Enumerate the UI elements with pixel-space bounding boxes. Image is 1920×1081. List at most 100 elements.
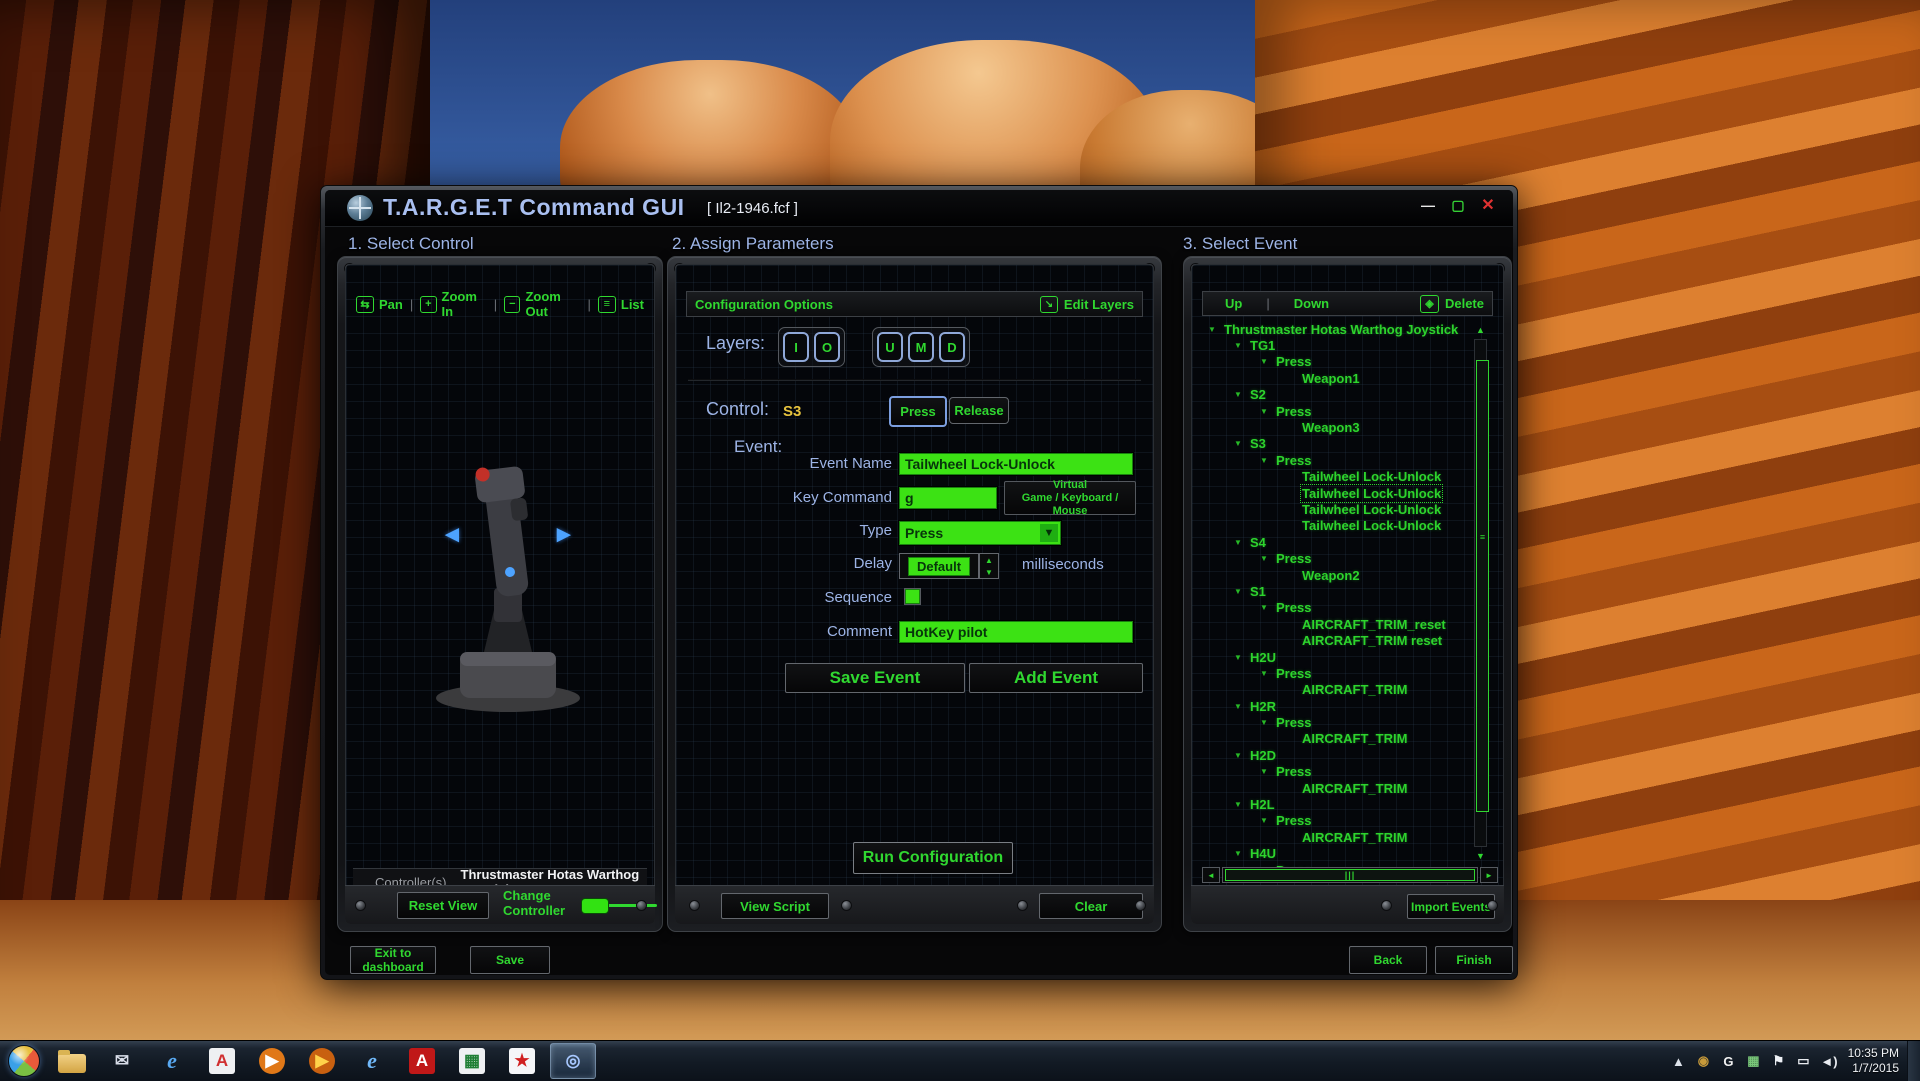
edit-layers-button[interactable]: ↘ Edit Layers bbox=[1040, 296, 1134, 313]
game-wheel-icon[interactable]: ◉ bbox=[1695, 1053, 1711, 1069]
logitech-g-icon[interactable]: G bbox=[1720, 1054, 1736, 1069]
volume-icon[interactable]: ◄) bbox=[1820, 1054, 1837, 1069]
media-player-taskbar-button[interactable]: ▶ bbox=[250, 1044, 294, 1078]
layer-button-i[interactable]: I bbox=[783, 332, 809, 362]
vertical-scrollbar[interactable]: ▲ ≡ ▼ bbox=[1473, 323, 1488, 863]
tree-item-press[interactable]: ▼Press bbox=[1202, 550, 1470, 566]
expand-arrow-icon[interactable]: ▼ bbox=[1260, 718, 1276, 727]
tree-item-h4u[interactable]: ▼H4U bbox=[1202, 846, 1470, 862]
spinner-down-icon[interactable]: ▼ bbox=[980, 566, 998, 578]
exit-to-dashboard-button[interactable]: Exit to dashboard bbox=[350, 946, 436, 974]
tree-item-weapon2[interactable]: Weapon2 bbox=[1202, 567, 1470, 583]
tree-item-press[interactable]: ▼Press bbox=[1202, 764, 1470, 780]
tree-item-s3[interactable]: ▼S3 bbox=[1202, 436, 1470, 452]
horizontal-scroll-thumb[interactable]: ||| bbox=[1225, 869, 1475, 881]
tree-item-press[interactable]: ▼Press bbox=[1202, 714, 1470, 730]
save-button[interactable]: Save bbox=[470, 946, 550, 974]
press-tab-button[interactable]: Press bbox=[889, 396, 947, 427]
scroll-up-icon[interactable]: ▲ bbox=[1473, 323, 1488, 337]
tree-item-press[interactable]: ▼Press bbox=[1202, 665, 1470, 681]
clear-button[interactable]: Clear bbox=[1039, 893, 1143, 919]
move-up-button[interactable]: Up bbox=[1225, 296, 1242, 311]
expand-arrow-icon[interactable]: ▼ bbox=[1260, 603, 1276, 612]
tree-item-weapon3[interactable]: Weapon3 bbox=[1202, 419, 1470, 435]
expand-arrow-icon[interactable]: ▼ bbox=[1260, 456, 1276, 465]
maximize-button[interactable]: ▢ bbox=[1447, 197, 1469, 216]
tree-item-s4[interactable]: ▼S4 bbox=[1202, 534, 1470, 550]
profiler-icon[interactable]: ▦ bbox=[1745, 1053, 1761, 1069]
vertical-scroll-track[interactable]: ≡ bbox=[1474, 339, 1487, 847]
scroll-left-icon[interactable]: ◄ bbox=[1202, 867, 1220, 883]
tree-item-aircraft-trim[interactable]: AIRCRAFT_TRIM bbox=[1202, 731, 1470, 747]
expand-arrow-icon[interactable]: ▼ bbox=[1260, 407, 1276, 416]
mail-taskbar-button[interactable]: ✉ bbox=[100, 1044, 144, 1078]
expand-arrow-icon[interactable]: ▼ bbox=[1234, 587, 1250, 596]
minimize-button[interactable]: — bbox=[1417, 197, 1439, 216]
tree-item-h2l[interactable]: ▼H2L bbox=[1202, 796, 1470, 812]
tree-item-aircraft-trim-reset[interactable]: AIRCRAFT_TRIM reset bbox=[1202, 632, 1470, 648]
add-event-button[interactable]: Add Event bbox=[969, 663, 1143, 693]
layer-button-o[interactable]: O bbox=[814, 332, 840, 362]
adobe-reader-taskbar-button[interactable]: A bbox=[400, 1044, 444, 1078]
comment-input[interactable]: HotKey pilot bbox=[899, 621, 1133, 643]
reset-view-button[interactable]: Reset View bbox=[397, 892, 489, 919]
close-button[interactable]: ✕ bbox=[1477, 197, 1499, 216]
tree-item-press[interactable]: ▼Press bbox=[1202, 813, 1470, 829]
view-script-button[interactable]: View Script bbox=[721, 893, 829, 919]
tree-item-aircraft-trim[interactable]: AIRCRAFT_TRIM bbox=[1202, 829, 1470, 845]
expand-arrow-icon[interactable]: ▼ bbox=[1234, 800, 1250, 809]
save-event-button[interactable]: Save Event bbox=[785, 663, 965, 693]
delete-button[interactable]: ◈ Delete bbox=[1420, 295, 1484, 313]
event-name-input[interactable]: Tailwheel Lock-Unlock bbox=[899, 453, 1133, 475]
expand-arrow-icon[interactable]: ▼ bbox=[1260, 816, 1276, 825]
tree-item-s2[interactable]: ▼S2 bbox=[1202, 387, 1470, 403]
title-bar[interactable]: T.A.R.G.E.T Command GUI [ Il2-1946.fcf ]… bbox=[325, 190, 1513, 227]
zoom-in-button[interactable]: + Zoom In bbox=[420, 289, 487, 319]
expand-arrow-icon[interactable]: ▼ bbox=[1260, 767, 1276, 776]
type-dropdown[interactable]: Press ▼ bbox=[899, 521, 1061, 545]
taskbar-clock[interactable]: 10:35 PM 1/7/2015 bbox=[1848, 1046, 1899, 1076]
expand-arrow-icon[interactable]: ▼ bbox=[1234, 538, 1250, 547]
tree-item-press[interactable]: ▼Press bbox=[1202, 452, 1470, 468]
rotate-left-arrow-icon[interactable]: ◄ bbox=[440, 521, 464, 549]
app-a-taskbar-button[interactable]: A bbox=[200, 1044, 244, 1078]
expand-arrow-icon[interactable]: ▼ bbox=[1260, 669, 1276, 678]
controller-slider-thumb[interactable] bbox=[581, 898, 609, 914]
horizontal-scrollbar[interactable]: ◄ ||| ► bbox=[1202, 867, 1498, 883]
expand-arrow-icon[interactable]: ▼ bbox=[1234, 702, 1250, 711]
rotate-right-arrow-icon[interactable]: ► bbox=[552, 521, 576, 549]
tree-item-h2u[interactable]: ▼H2U bbox=[1202, 649, 1470, 665]
expand-arrow-icon[interactable]: ▼ bbox=[1260, 357, 1276, 366]
spinner-up-icon[interactable]: ▲ bbox=[980, 554, 998, 566]
network-icon[interactable]: ▭ bbox=[1795, 1053, 1811, 1069]
controller-viewport[interactable]: ◄ ► bbox=[360, 325, 655, 868]
browser-e-taskbar-button[interactable]: e bbox=[150, 1044, 194, 1078]
tree-item-tailwheel-lock-unlock[interactable]: Tailwheel Lock-Unlock bbox=[1202, 518, 1470, 534]
tree-item-h2r[interactable]: ▼H2R bbox=[1202, 698, 1470, 714]
joystick-preview[interactable] bbox=[418, 440, 598, 720]
dropdown-arrow-icon[interactable]: ▼ bbox=[1040, 524, 1058, 542]
explorer-folder-taskbar-button[interactable] bbox=[50, 1044, 94, 1078]
horizontal-scroll-track[interactable]: ||| bbox=[1222, 867, 1478, 883]
list-button[interactable]: ≡ List bbox=[598, 296, 644, 313]
tree-item-aircraft-trim[interactable]: AIRCRAFT_TRIM bbox=[1202, 780, 1470, 796]
expand-arrow-icon[interactable]: ▼ bbox=[1208, 325, 1224, 334]
show-desktop-button[interactable] bbox=[1907, 1041, 1920, 1081]
sequence-checkbox[interactable] bbox=[905, 589, 920, 604]
expand-arrow-icon[interactable]: ▼ bbox=[1234, 849, 1250, 858]
layer-button-d[interactable]: D bbox=[939, 332, 965, 362]
scroll-right-icon[interactable]: ► bbox=[1480, 867, 1498, 883]
import-events-button[interactable]: Import Events bbox=[1407, 894, 1495, 919]
layer-button-u[interactable]: U bbox=[877, 332, 903, 362]
tree-item-thrustmaster-hotas-warthog-joystick[interactable]: ▼Thrustmaster Hotas Warthog Joystick bbox=[1202, 321, 1470, 337]
delay-field[interactable]: Default bbox=[899, 553, 979, 579]
layer-button-m[interactable]: M bbox=[908, 332, 934, 362]
tree-item-aircraft-trim-reset[interactable]: AIRCRAFT_TRIM_reset bbox=[1202, 616, 1470, 632]
zoom-out-button[interactable]: − Zoom Out bbox=[504, 289, 580, 319]
action-center-flag-icon[interactable]: ⚑ bbox=[1770, 1053, 1786, 1069]
media-player-2-taskbar-button[interactable]: ▶ bbox=[300, 1044, 344, 1078]
expand-arrow-icon[interactable]: ▼ bbox=[1234, 439, 1250, 448]
expand-arrow-icon[interactable]: ▼ bbox=[1260, 554, 1276, 563]
tree-item-tailwheel-lock-unlock[interactable]: Tailwheel Lock-Unlock bbox=[1202, 501, 1470, 517]
pan-button[interactable]: ⇆ Pan bbox=[356, 296, 403, 313]
